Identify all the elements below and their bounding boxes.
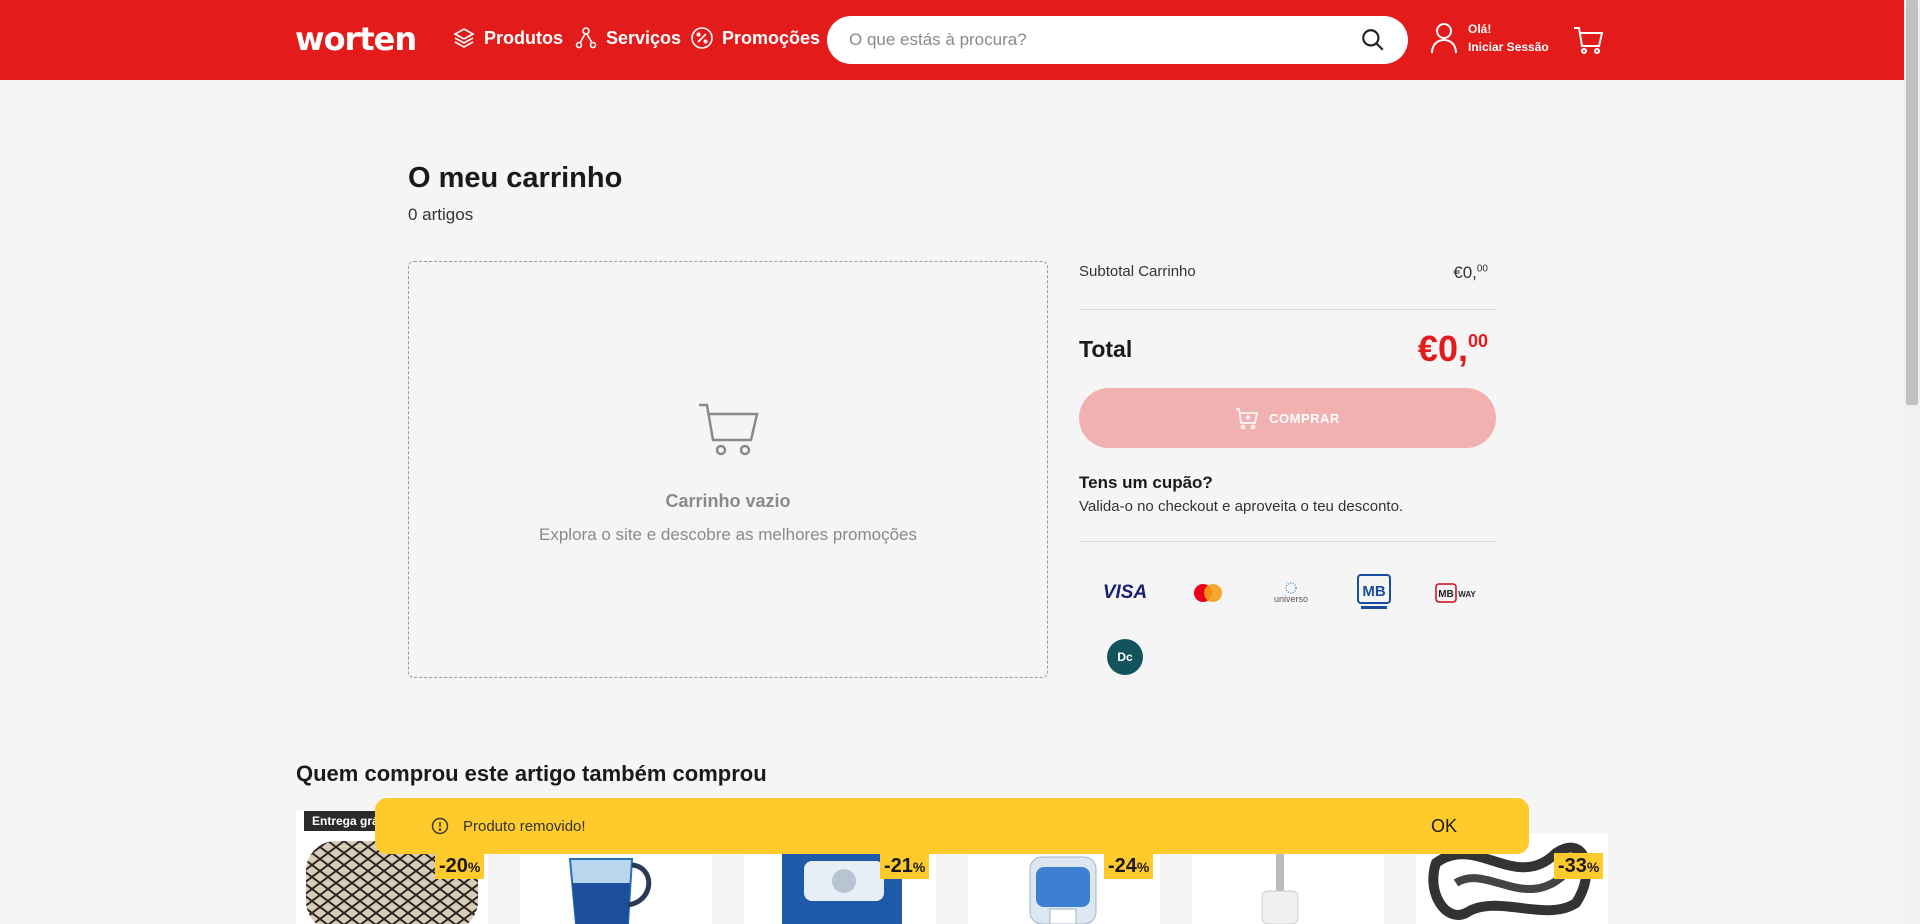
product-card[interactable] [520, 853, 712, 924]
toast-ok-button[interactable]: OK [1431, 816, 1473, 837]
cart-icon[interactable] [1572, 24, 1604, 56]
nav-produtos-label: Produtos [484, 27, 563, 48]
percent-badge-icon [691, 27, 713, 49]
total-price: €0,00 [1417, 328, 1488, 369]
mastercard-icon [1182, 575, 1234, 611]
visa-icon: VISA [1102, 582, 1148, 603]
svg-text:MB: MB [1438, 589, 1454, 600]
page-title: O meu carrinho [408, 162, 623, 194]
search-icon[interactable] [1360, 27, 1386, 53]
search-bar [827, 16, 1408, 64]
divider [1079, 309, 1496, 310]
account-greeting: Olá! [1468, 22, 1492, 36]
discount-badge: -24% [1104, 853, 1154, 879]
coupon-subtitle: Valida-o no checkout e aproveita o teu d… [1079, 498, 1404, 515]
cart-plus-icon [1236, 408, 1259, 430]
divider [1079, 541, 1496, 542]
discount-badge: -21% [880, 853, 930, 879]
multibanco-icon: MB [1348, 572, 1400, 614]
empty-cart-panel: Carrinho vazio Explora o site e descobre… [408, 261, 1048, 678]
coupon-title: Tens um cupão? [1079, 473, 1213, 492]
mbway-icon: MB WAY [1431, 575, 1483, 611]
svg-text:Dc: Dc [1117, 650, 1133, 664]
empty-cart-subtitle: Explora o site e descobre as melhores pr… [539, 525, 917, 544]
svg-text:WAY: WAY [1458, 590, 1476, 599]
oral-irrigator-image [1261, 853, 1299, 924]
discount-badge: -33% [1554, 853, 1604, 879]
total-label: Total [1079, 336, 1133, 362]
toast-message: Produto removido! [463, 817, 586, 835]
nav-servicos[interactable]: Serviços [574, 26, 681, 50]
nav-promocoes[interactable]: Promoções [690, 26, 820, 50]
network-icon [575, 27, 597, 49]
info-icon [431, 817, 449, 835]
universo-icon: universo [1265, 575, 1317, 611]
scrollbar-thumb[interactable] [1906, 0, 1918, 405]
account-login[interactable]: Olá! Iniciar Sessão [1430, 20, 1549, 56]
search-input[interactable] [849, 30, 1360, 50]
account-text: Olá! Iniciar Sessão [1468, 20, 1549, 56]
item-count: 0 artigos [408, 205, 474, 224]
water-jug-image [568, 858, 652, 924]
buy-button-label: COMPRAR [1269, 410, 1340, 426]
account-login-label: Iniciar Sessão [1468, 40, 1549, 54]
buy-button[interactable]: COMPRAR [1079, 388, 1496, 448]
nav-promocoes-label: Promoções [722, 27, 821, 48]
worten-logo[interactable]: worten [295, 20, 417, 58]
product-card[interactable] [1192, 853, 1384, 924]
discount-badge: -20% [435, 853, 485, 879]
empty-cart-icon [699, 403, 759, 456]
subtotal-label: Subtotal Carrinho [1079, 263, 1196, 280]
recommendations-title: Quem comprou este artigo também comprou [296, 761, 767, 786]
dc-payment-icon: Dc [1099, 639, 1151, 675]
nav-produtos[interactable]: Produtos [452, 26, 563, 50]
subtotal-row: Subtotal Carrinho €0,00 [1079, 263, 1496, 283]
subtotal-price: €0,00 [1453, 263, 1488, 282]
empty-cart-title: Carrinho vazio [665, 491, 791, 511]
layers-icon [453, 28, 475, 48]
user-icon [1431, 23, 1457, 54]
toast-notification: Produto removido! OK [375, 798, 1529, 854]
top-header: worten Produtos Serviços Promoções Olá! … [0, 0, 1904, 80]
svg-text:MB: MB [1362, 583, 1385, 600]
nav-servicos-label: Serviços [606, 27, 682, 48]
